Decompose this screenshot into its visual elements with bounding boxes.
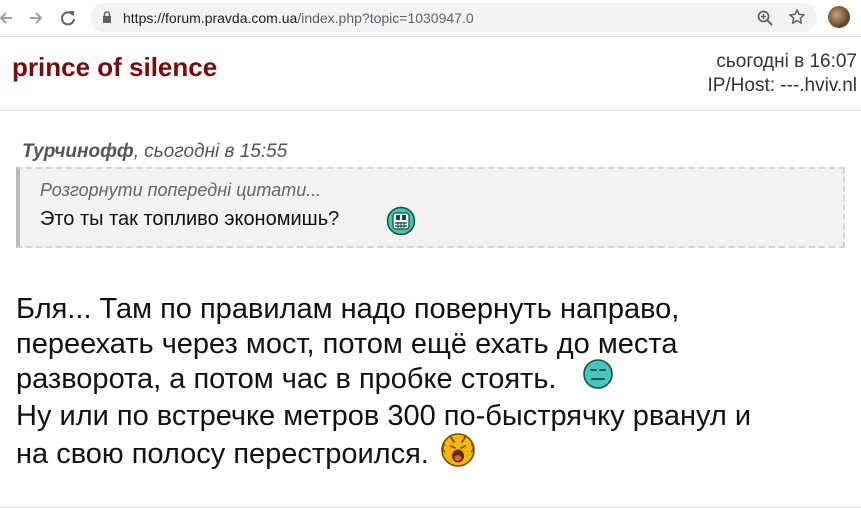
scared-face-icon [386,206,416,241]
quote-author-date: , сьогодні в 15:55 [133,141,288,162]
bookmark-star-icon[interactable] [788,8,806,31]
profile-avatar[interactable] [828,6,850,28]
reload-icon[interactable] [58,8,78,28]
quote-author-line: Турчинофф, сьогодні в 15:55 [22,141,287,163]
post-meta: сьогодні в 16:07 IP/Host: ---.hviv.nl [707,50,857,98]
expand-previous-quotes-link[interactable]: Розгорнути попередні цитати... [40,180,321,201]
back-arrow-icon[interactable] [0,8,16,28]
browser-toolbar: https://forum.pravda.com.ua/index.php?to… [0,0,861,37]
quote-text: Это ты так топливо экономишь? [40,208,340,230]
post-body-line: на свою полосу перестроился. [16,433,856,477]
sad-face-icon [582,358,614,399]
laughing-face-icon [439,428,477,477]
post-body-line: переехать через мост, потом ещё ехать до… [16,328,678,360]
post-body: Бля... Там по правилам надо повернуть на… [16,292,856,477]
post-body-line-text: на свою полосу перестроился. [16,438,429,471]
quote-author-name[interactable]: Турчинофф [22,141,134,162]
post-date: сьогодні в 16:07 [716,51,857,72]
quote-block: Розгорнути попередні цитати... Это ты та… [16,167,845,248]
zoom-icon[interactable] [756,9,774,32]
url-path: /index.php?topic=1030947.0 [297,10,474,26]
post-ip-host: IP/Host: ---.hviv.nl [707,75,857,96]
lock-icon [102,11,112,29]
post-body-line-text: разворота, а потом час в пробке стоять. [16,363,557,396]
post-body-line: Ну или по встречке метров 300 по-быстряч… [16,400,752,432]
forward-arrow-icon[interactable] [26,8,46,28]
url-text: https://forum.pravda.com.ua/index.php?to… [123,10,474,26]
address-bar[interactable]: https://forum.pravda.com.ua/index.php?to… [90,3,817,32]
header-divider [0,110,861,111]
post-body-line: Бля... Там по правилам надо повернуть на… [16,293,680,325]
post-body-line: разворота, а потом час в пробке стоять. [16,359,856,399]
post-username[interactable]: prince of silence [12,52,217,83]
url-domain: https://forum.pravda.com.ua [123,10,298,26]
